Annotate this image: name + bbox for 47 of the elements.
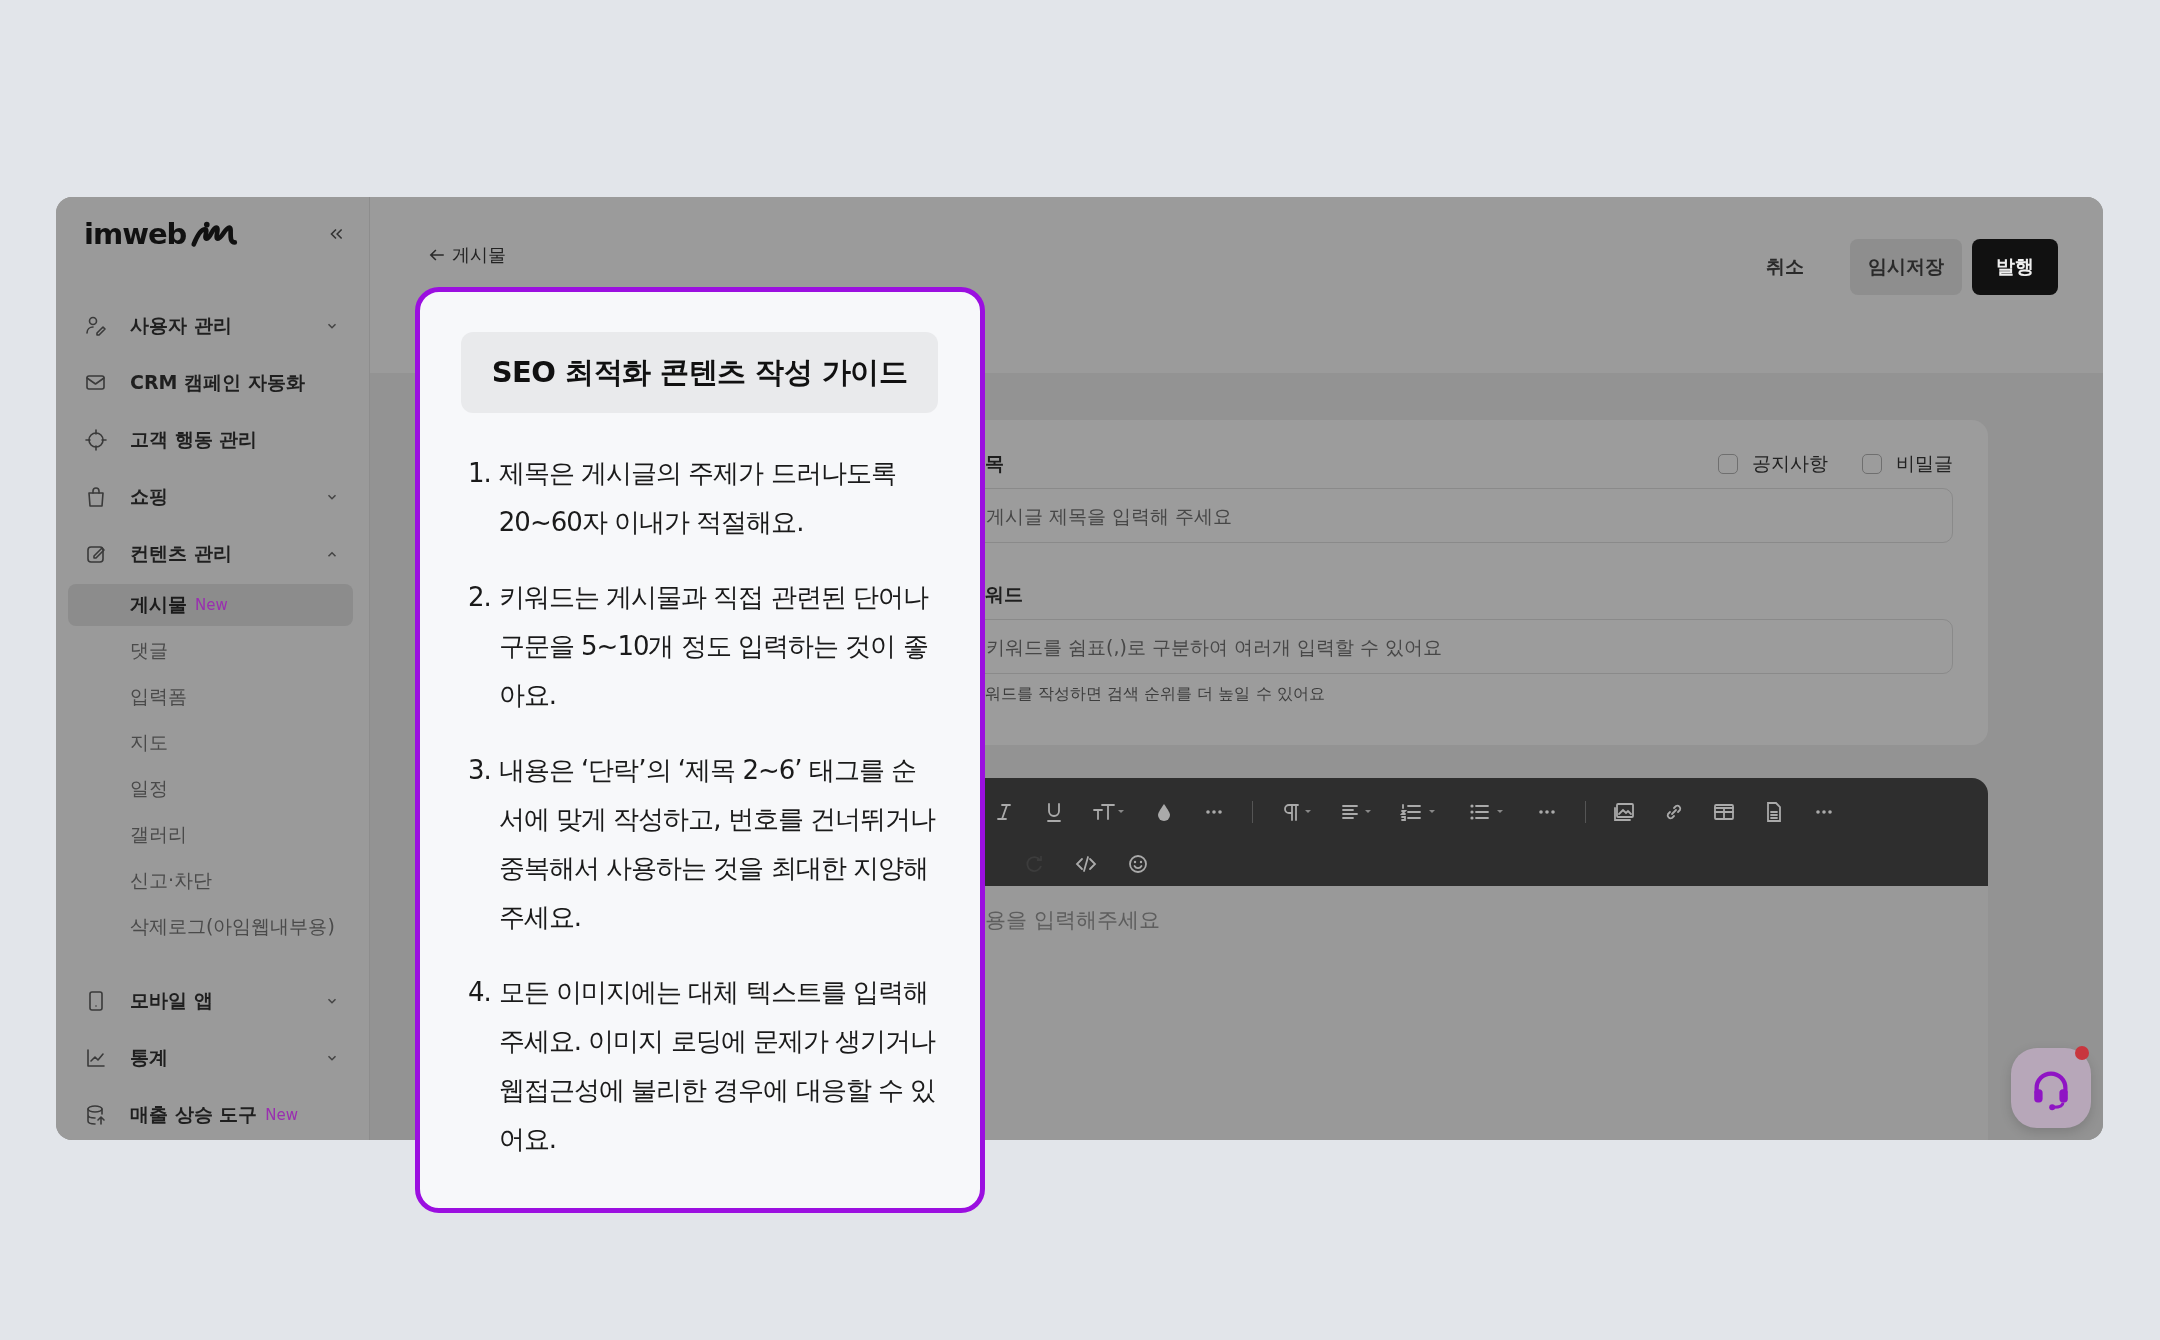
checkbox[interactable]: [1718, 454, 1738, 474]
help-text: 워드를 작성하면 검색 순위를 더 높일 수 있어요: [985, 684, 1326, 705]
field-label: 목: [985, 451, 1004, 476]
guide-title: SEO 최적화 콘텐츠 작성 가이드: [461, 332, 938, 413]
guide-text: 제목은 게시글의 주제가 드러나도록 20~60자 이내가 적절해요.: [498, 457, 897, 539]
list-number: 4.: [468, 976, 491, 1009]
sidebar-subitem[interactable]: 삭제로그(아임웹내부용): [68, 906, 353, 948]
keyword-field[interactable]: 키워드를 쉼표(,)로 구분하여 여러개 입력할 수 있어요: [985, 619, 1953, 674]
notification-dot: [2075, 1046, 2089, 1060]
database-icon: [84, 1102, 108, 1127]
sidebar-item[interactable]: 모바일 앱: [68, 972, 353, 1029]
image-icon[interactable]: [1612, 800, 1636, 824]
target-icon: [84, 427, 108, 452]
sidebar-item[interactable]: 고객 행동 관리: [68, 411, 353, 468]
sidebar-subitem[interactable]: 일정: [68, 768, 353, 810]
checkbox[interactable]: [1862, 454, 1882, 474]
list-number: 2.: [468, 581, 491, 614]
publish-button[interactable]: 발행: [1972, 239, 2058, 295]
new-label: New: [195, 596, 228, 614]
sidebar-subitem[interactable]: 입력폼: [68, 676, 353, 718]
guide-text: 키워드는 게시물과 직접 관련된 단어나 구문을 5~10개 정도 입력하는 것이 좋아요.: [498, 581, 930, 712]
support-button[interactable]: [2011, 1048, 2091, 1128]
list-number: 3.: [468, 754, 491, 787]
sidebar-item[interactable]: 컨텐츠 관리: [68, 525, 353, 582]
field-label: 워드: [985, 582, 1023, 607]
sidebar-subitem[interactable]: 댓글: [68, 630, 353, 672]
logo: imweb: [84, 217, 187, 251]
cancel-button[interactable]: 취소: [1748, 239, 1822, 295]
checkbox-label: 비밀글: [1896, 451, 1953, 476]
emoji-icon[interactable]: [1126, 852, 1150, 876]
sidebar-subitem[interactable]: 지도: [68, 722, 353, 764]
sidebar-subitem[interactable]: 갤러리: [68, 814, 353, 856]
sidebar-subitem[interactable]: 게시물 New: [68, 584, 353, 626]
sidebar-subitem[interactable]: 신고·차단: [68, 860, 353, 902]
sidebar-item[interactable]: 통계: [68, 1029, 353, 1086]
back-link[interactable]: 게시물: [428, 243, 506, 267]
save-draft-button[interactable]: 임시저장: [1850, 239, 1962, 295]
list-number: 1.: [468, 457, 491, 490]
new-label: New: [265, 1105, 298, 1124]
sidebar-item[interactable]: 사용자 관리: [68, 297, 353, 354]
sidebar-item[interactable]: 매출 상승 도구 New: [68, 1086, 353, 1140]
sidebar-item[interactable]: 쇼핑: [68, 468, 353, 525]
guide-text: 모든 이미지에는 대체 텍스트를 입력해 주세요. 이미지 로딩에 문제가 생기거나 웹접근성에 불리한 경우에 대응할 수 있어요.: [498, 976, 937, 1156]
checkbox-label: 공지사항: [1752, 451, 1828, 476]
sidebar-item[interactable]: CRM 캠페인 자동화: [68, 354, 353, 411]
title-field[interactable]: 게시글 제목을 입력해 주세요: [985, 488, 1953, 543]
guide-text: 내용은 ‘단락’의 ‘제목 2~6’ 태그를 순서에 맞게 작성하고, 번호를 건너뛰거나 중복해서 사용하는 것을 최대한 지양해 주세요.: [498, 754, 937, 934]
